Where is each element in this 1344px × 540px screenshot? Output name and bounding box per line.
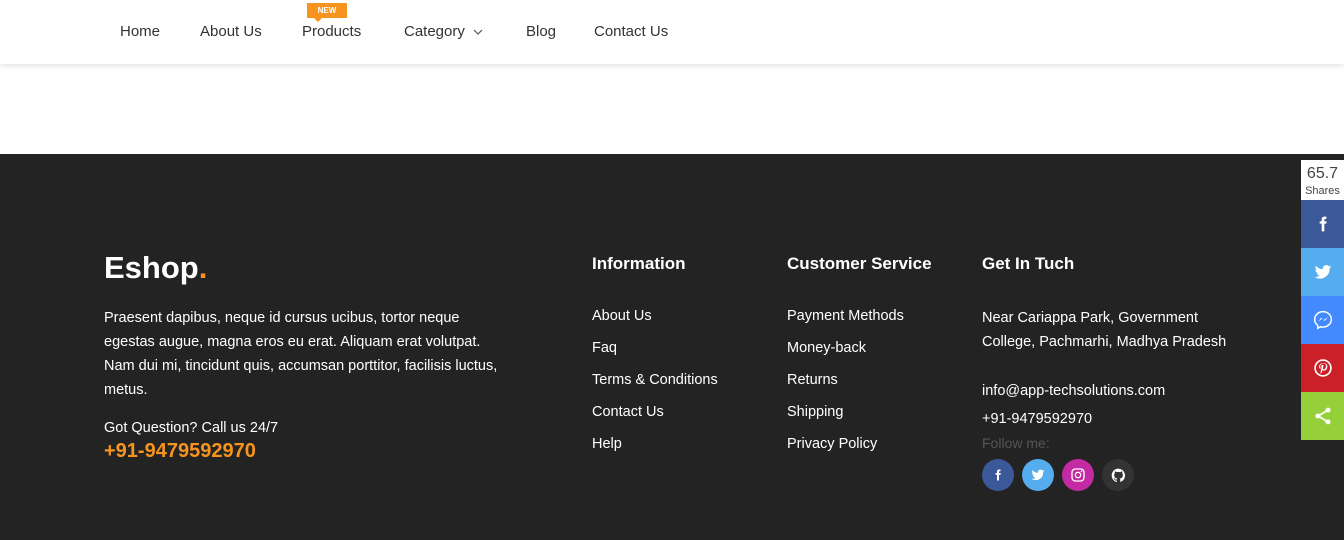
contact-phone-link[interactable]: +91-9479592970: [982, 411, 1092, 427]
follow-me-label: Follow me:: [982, 435, 1050, 451]
nav-products-link[interactable]: Products: [302, 22, 361, 42]
facebook-icon: [1319, 216, 1327, 232]
brand-name: Eshop: [104, 250, 199, 285]
facebook-social-button[interactable]: [982, 459, 1014, 491]
twitter-icon: [1031, 469, 1045, 481]
call-us-label: Got Question? Call us 24/7: [104, 420, 279, 436]
customer-service-links: Payment Methods Money-back Returns Shipp…: [787, 306, 904, 466]
share-more-button[interactable]: [1301, 392, 1344, 440]
footer-link-privacy-policy[interactable]: Privacy Policy: [787, 434, 904, 466]
nav-home-link[interactable]: Home: [120, 22, 160, 42]
nav-category-dropdown[interactable]: Category: [404, 22, 483, 42]
share-pinterest-button[interactable]: [1301, 344, 1344, 392]
share-count-box: 65.7 Shares: [1301, 160, 1344, 200]
call-phone-link[interactable]: +91-9479592970: [104, 440, 256, 463]
messenger-icon: [1313, 310, 1332, 330]
new-badge: NEW: [307, 3, 347, 22]
footer-link-help[interactable]: Help: [592, 434, 718, 466]
page: Home About Us NEW Products Category Blog…: [0, 0, 1344, 540]
footer-logo[interactable]: Eshop.: [104, 250, 207, 286]
nav-contact-link[interactable]: Contact Us: [594, 22, 668, 42]
github-social-button[interactable]: [1102, 459, 1134, 491]
share-facebook-button[interactable]: [1301, 200, 1344, 248]
twitter-social-button[interactable]: [1022, 459, 1054, 491]
information-links: About Us Faq Terms & Conditions Contact …: [592, 306, 718, 466]
contact-address: Near Cariappa Park, Government College, …: [982, 310, 1227, 350]
share-count: 65.7: [1306, 165, 1339, 182]
footer-link-returns[interactable]: Returns: [787, 370, 904, 402]
customer-service-heading: Customer Service: [787, 254, 932, 273]
nav-blog-link[interactable]: Blog: [526, 22, 556, 42]
contact-email-link[interactable]: info@app-techsolutions.com: [982, 383, 1165, 399]
twitter-icon: [1314, 265, 1331, 279]
share-icon: [1315, 407, 1330, 425]
top-navigation: Home About Us NEW Products Category Blog…: [0, 0, 1344, 64]
footer-link-terms[interactable]: Terms & Conditions: [592, 370, 718, 402]
footer-link-money-back[interactable]: Money-back: [787, 338, 904, 370]
footer-link-shipping[interactable]: Shipping: [787, 402, 904, 434]
facebook-icon: [995, 469, 1001, 481]
instagram-icon: [1071, 468, 1085, 482]
brand-dot: .: [198, 250, 208, 285]
share-twitter-button[interactable]: [1301, 248, 1344, 296]
get-in-touch-heading: Get In Tuch: [982, 254, 1075, 273]
footer-link-faq[interactable]: Faq: [592, 338, 718, 370]
footer-link-about-us[interactable]: About Us: [592, 306, 718, 338]
nav-about-link[interactable]: About Us: [200, 22, 262, 42]
footer-link-payment-methods[interactable]: Payment Methods: [787, 306, 904, 338]
footer-link-contact-us[interactable]: Contact Us: [592, 402, 718, 434]
nav-category-label: Category: [404, 23, 465, 40]
footer-about-text: Praesent dapibus, neque id cursus ucibus…: [104, 310, 498, 398]
share-messenger-button[interactable]: [1301, 296, 1344, 344]
information-heading: Information: [592, 254, 686, 273]
pinterest-icon: [1313, 359, 1332, 377]
share-count-label: Shares: [1305, 185, 1340, 197]
github-icon: [1111, 468, 1125, 482]
footer: Eshop. Praesent dapibus, neque id cursus…: [0, 154, 1344, 540]
instagram-social-button[interactable]: [1062, 459, 1094, 491]
chevron-down-icon: [473, 29, 483, 35]
